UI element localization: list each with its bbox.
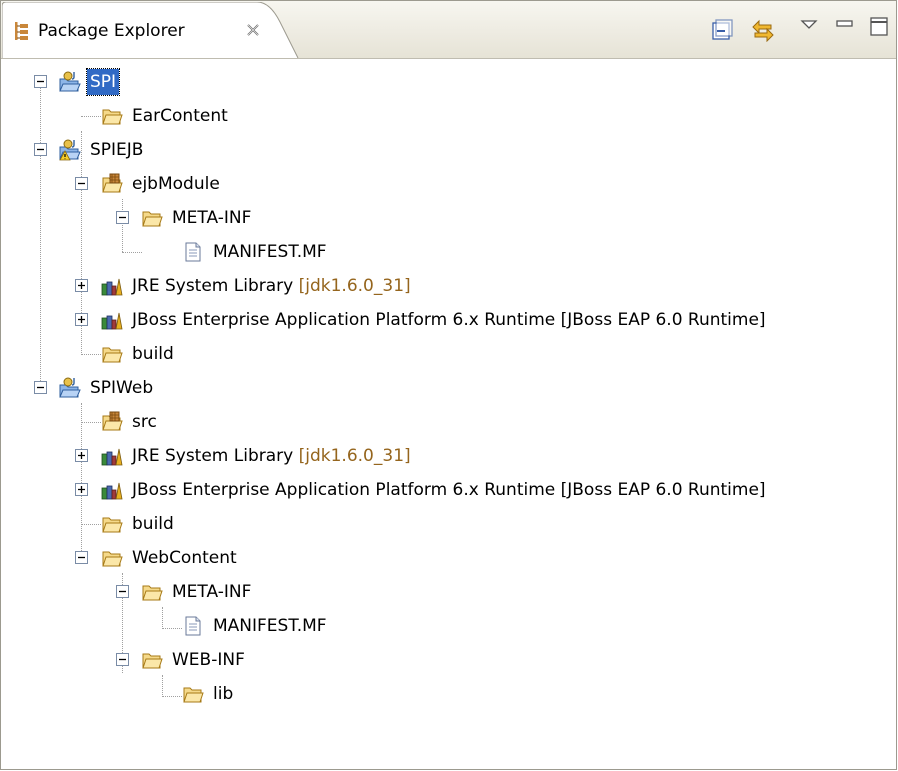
tree-item-earcontent[interactable]: EarContent xyxy=(101,99,231,132)
view-menu-icon[interactable] xyxy=(797,14,821,38)
tree-item-label: EarContent xyxy=(132,105,228,126)
tree-item-label: JBoss Enterprise Application Platform 6.… xyxy=(132,309,766,330)
tree-item-spiejb[interactable]: SPIEJB xyxy=(59,133,146,166)
collapse-all-icon[interactable] xyxy=(710,18,734,42)
collapse-toggle[interactable] xyxy=(116,211,129,224)
jdk-version-decoration: [jdk1.6.0_31] xyxy=(298,445,411,466)
tree-item-label: build xyxy=(132,343,174,364)
tree-item-jre-library[interactable]: JRE System Library [jdk1.6.0_31] xyxy=(101,269,414,302)
file-icon xyxy=(182,241,204,263)
tree-item-label: WebContent xyxy=(132,547,237,568)
tree-item-label: MANIFEST.MF xyxy=(213,615,327,636)
tree-item-label: SPI xyxy=(85,67,121,96)
folder-icon xyxy=(141,581,163,603)
library-icon xyxy=(101,309,123,331)
tree-item-webcontent[interactable]: WebContent xyxy=(101,541,240,574)
jdk-version-decoration: [jdk1.6.0_31] xyxy=(298,275,411,296)
web-project-icon xyxy=(59,377,81,399)
ejb-project-warning-icon xyxy=(59,139,81,161)
tree-item-label: SPIWeb xyxy=(90,377,154,398)
tree-item-label: lib xyxy=(213,683,234,704)
ear-project-icon xyxy=(59,71,81,93)
tab-package-explorer[interactable]: Package Explorer xyxy=(2,2,302,58)
tree-item-label: META-INF xyxy=(172,581,252,602)
tree-item-jre-library[interactable]: JRE System Library [jdk1.6.0_31] xyxy=(101,439,414,472)
tree-item-label: WEB-INF xyxy=(172,649,245,670)
collapse-toggle[interactable] xyxy=(34,75,47,88)
tree-item-web-inf[interactable]: WEB-INF xyxy=(141,643,248,676)
library-icon xyxy=(101,479,123,501)
folder-icon xyxy=(101,513,123,535)
tree-item-label: META-INF xyxy=(172,207,252,228)
collapse-toggle[interactable] xyxy=(34,143,47,156)
collapse-toggle[interactable] xyxy=(116,653,129,666)
tree-item-jboss-runtime[interactable]: JBoss Enterprise Application Platform 6.… xyxy=(101,303,769,336)
tree-item-jboss-runtime[interactable]: JBoss Enterprise Application Platform 6.… xyxy=(101,473,769,506)
close-icon[interactable] xyxy=(244,21,262,39)
tree-item-src[interactable]: src xyxy=(101,405,160,438)
tree-item-label: SPIEJB xyxy=(90,139,144,160)
tree-item-manifest[interactable]: MANIFEST.MF xyxy=(182,235,330,268)
expand-toggle[interactable] xyxy=(75,483,88,496)
package-explorer-icon xyxy=(15,22,28,40)
folder-icon xyxy=(141,207,163,229)
folder-icon xyxy=(101,343,123,365)
view-header: Package Explorer xyxy=(1,1,896,59)
minimize-icon[interactable] xyxy=(833,14,857,38)
tree-item-meta-inf[interactable]: META-INF xyxy=(141,201,254,234)
folder-icon xyxy=(182,683,204,705)
source-folder-icon xyxy=(101,411,123,433)
tree-item-manifest[interactable]: MANIFEST.MF xyxy=(182,609,330,642)
collapse-toggle[interactable] xyxy=(75,177,88,190)
tree-item-meta-inf[interactable]: META-INF xyxy=(141,575,254,608)
library-icon xyxy=(101,275,123,297)
folder-icon xyxy=(101,105,123,127)
tree-item-spiweb[interactable]: SPIWeb xyxy=(59,371,156,404)
tree-item-build[interactable]: build xyxy=(101,337,177,370)
tree-item-label: build xyxy=(132,513,174,534)
project-tree: SPI EarContent SPIEJB ejbModule META-INF xyxy=(1,59,896,759)
expand-toggle[interactable] xyxy=(75,313,88,326)
collapse-toggle[interactable] xyxy=(116,585,129,598)
tree-item-build[interactable]: build xyxy=(101,507,177,540)
tree-item-label: src xyxy=(132,411,157,432)
tree-item-ejbmodule[interactable]: ejbModule xyxy=(101,167,223,200)
source-folder-icon xyxy=(101,173,123,195)
tree-item-label: JBoss Enterprise Application Platform 6.… xyxy=(132,479,766,500)
link-with-editor-icon[interactable] xyxy=(751,18,775,42)
folder-icon xyxy=(101,547,123,569)
tree-item-label: ejbModule xyxy=(132,173,220,194)
collapse-toggle[interactable] xyxy=(34,381,47,394)
tree-item-label: JRE System Library [jdk1.6.0_31] xyxy=(132,445,411,466)
file-icon xyxy=(182,615,204,637)
tree-item-lib[interactable]: lib xyxy=(182,677,236,710)
library-icon xyxy=(101,445,123,467)
expand-toggle[interactable] xyxy=(75,449,88,462)
package-explorer-view: Package Explorer SPI EarContent SPIEJB e… xyxy=(0,0,897,770)
tree-item-label: JRE System Library [jdk1.6.0_31] xyxy=(132,275,411,296)
maximize-icon[interactable] xyxy=(868,14,892,38)
view-title: Package Explorer xyxy=(38,21,185,41)
folder-icon xyxy=(141,649,163,671)
expand-toggle[interactable] xyxy=(75,279,88,292)
tree-item-label: MANIFEST.MF xyxy=(213,241,327,262)
tree-item-spi[interactable]: SPI xyxy=(59,65,121,98)
collapse-toggle[interactable] xyxy=(75,551,88,564)
